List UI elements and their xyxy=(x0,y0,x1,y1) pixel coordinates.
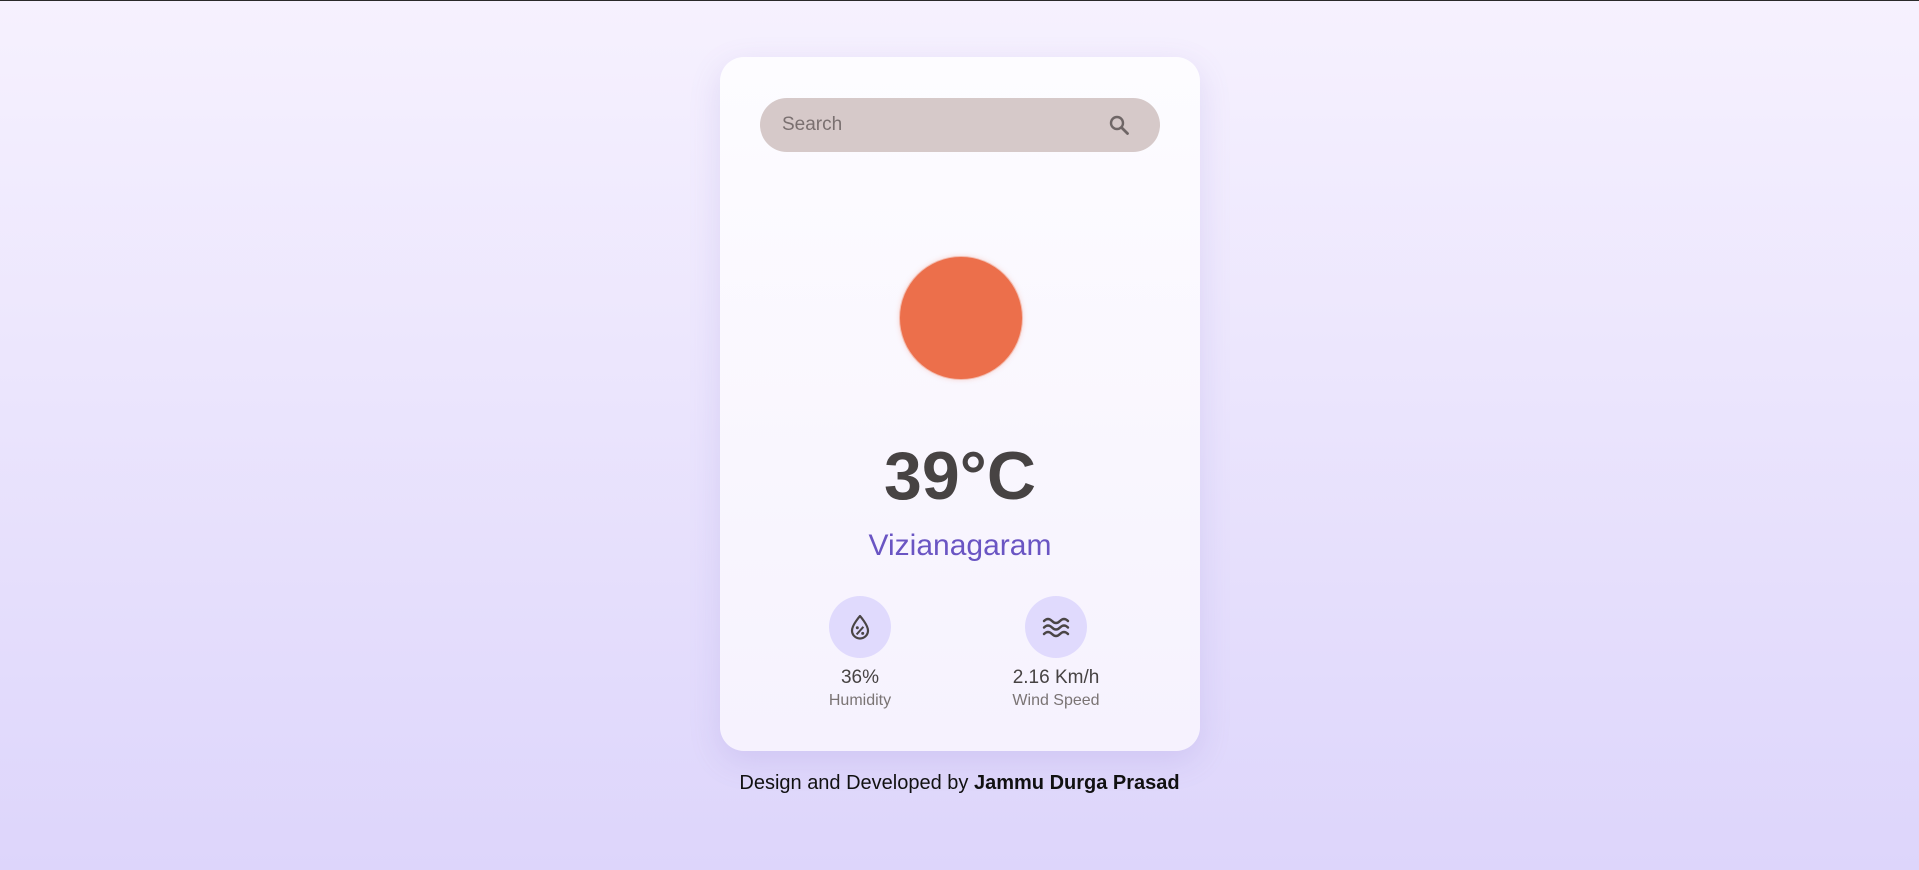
wind-waves-icon xyxy=(1042,617,1070,638)
humidity-icon-badge xyxy=(829,596,891,658)
sun-icon xyxy=(900,257,1022,379)
footer-author: Jammu Durga Prasad xyxy=(973,772,1180,794)
wind-icon-badge xyxy=(1025,596,1087,658)
search-input[interactable] xyxy=(782,98,1106,152)
weather-card: 39°C Vizianagaram 36% Humidity 2.16 Km/h… xyxy=(720,57,1200,751)
search-button[interactable] xyxy=(1106,112,1132,138)
footer-credit: Design and Developed by Jammu Durga Pras… xyxy=(0,772,1919,795)
humidity-value: 36% xyxy=(840,667,880,688)
wind-speed-label: Wind Speed xyxy=(1012,691,1100,709)
search-bar xyxy=(760,98,1160,152)
wind-speed-value: 2.16 Km/h xyxy=(1012,667,1100,688)
humidity-stat: 36% Humidity xyxy=(790,596,930,709)
humidity-label: Humidity xyxy=(828,691,892,709)
search-icon xyxy=(1109,115,1129,135)
wind-stat: 2.16 Km/h Wind Speed xyxy=(986,596,1126,709)
humidity-drop-icon xyxy=(850,614,870,640)
temperature: 39°C xyxy=(884,438,1036,514)
footer-prefix: Design and Developed by xyxy=(739,772,974,794)
city-name: Vizianagaram xyxy=(868,529,1052,562)
